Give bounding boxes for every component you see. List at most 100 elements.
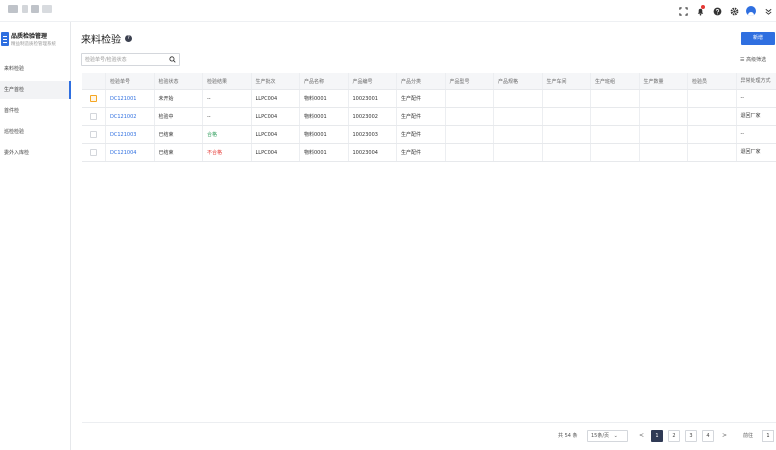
row-checkbox[interactable] [90, 131, 97, 138]
row-select-cell [82, 144, 106, 161]
fullscreen-icon[interactable] [677, 5, 689, 17]
batch-cell: LLPC004 [252, 126, 300, 143]
row-checkbox[interactable] [90, 95, 97, 102]
inspector-cell [688, 144, 737, 161]
page-button-3[interactable]: 3 [685, 430, 697, 442]
category-cell: 生产配件 [397, 108, 446, 125]
notification-bell-icon[interactable] [694, 5, 706, 17]
sidebar-menu: 来料检验 生产首检 首件检 巡检检验 委外入库检 [0, 60, 71, 165]
prev-page-button[interactable]: < [639, 432, 644, 439]
blurred-logo [22, 5, 28, 13]
product-name-cell: 物料0001 [300, 90, 349, 107]
spec-cell [494, 126, 543, 143]
next-page-button[interactable]: > [722, 432, 727, 439]
search-input[interactable] [85, 55, 165, 65]
chevron-down-icon: ⌄ [613, 433, 618, 439]
quantity-cell [640, 126, 688, 143]
inspection-id-link[interactable]: DC121001 [106, 90, 155, 107]
table-header-cell: 生产数量 [640, 73, 688, 89]
inspector-cell [688, 90, 737, 107]
header-select-cell [82, 73, 106, 89]
product-name-cell: 物料0001 [300, 144, 349, 161]
quantity-cell [640, 108, 688, 125]
result-cell: 合格 [203, 126, 252, 143]
search-icon[interactable] [169, 56, 176, 63]
category-cell: 生产配件 [397, 144, 446, 161]
main-content: 来料检验 ? 新增 ☰ 高级筛选 检验单号 检验状态 检验结果 生产批次 产品名… [72, 22, 776, 450]
advanced-filter-button[interactable]: ☰ 高级筛选 [740, 56, 766, 63]
row-select-cell [82, 90, 106, 107]
table-header-cell: 产品编号 [349, 73, 397, 89]
spec-cell [494, 108, 543, 125]
page-button-2[interactable]: 2 [668, 430, 680, 442]
page-button-1[interactable]: 1 [651, 430, 663, 442]
workshop-cell [543, 90, 591, 107]
table-header-cell: 检验结果 [203, 73, 252, 89]
workshop-cell [543, 144, 591, 161]
product-code-cell: 10023002 [349, 108, 397, 125]
model-cell [446, 126, 494, 143]
row-select-cell [82, 126, 106, 143]
team-cell [591, 90, 640, 107]
row-select-cell [82, 108, 106, 125]
sidebar-item-outsourced[interactable]: 委外入库检 [0, 144, 71, 162]
help-icon[interactable] [711, 5, 723, 17]
batch-cell: LLPC004 [252, 144, 300, 161]
table-header-cell: 产品型号 [446, 73, 494, 89]
model-cell [446, 108, 494, 125]
handling-cell: -- [740, 95, 745, 101]
filter-icon: ☰ [740, 57, 745, 63]
blurred-logo [42, 5, 52, 13]
result-cell: -- [203, 108, 252, 125]
inspection-table: 检验单号 检验状态 检验结果 生产批次 产品名称 产品编号 产品分类 产品型号 … [82, 73, 776, 162]
brand-name: 品质检验管理 [11, 33, 48, 40]
row-checkbox[interactable] [90, 113, 97, 120]
sidebar: 品质检验管理 精益制造质检管理系统 来料检验 生产首检 首件检 巡检检验 委外入… [0, 22, 71, 450]
batch-cell: LLPC004 [252, 90, 300, 107]
table-row[interactable]: DC121002 检验中 -- LLPC004 物料0001 10023002 … [82, 108, 776, 126]
quantity-cell [640, 144, 688, 161]
chevron-down-icon[interactable] [762, 5, 774, 17]
product-name-cell: 物料0001 [300, 126, 349, 143]
settings-gear-icon[interactable] [728, 5, 740, 17]
product-code-cell: 10023001 [349, 90, 397, 107]
table-header-cell: 生产批次 [252, 73, 300, 89]
model-cell [446, 144, 494, 161]
table-header-row: 检验单号 检验状态 检验结果 生产批次 产品名称 产品编号 产品分类 产品型号 … [82, 73, 776, 90]
table-header-cell: 产品名称 [300, 73, 349, 89]
sidebar-item-patrol[interactable]: 巡检检验 [0, 123, 71, 141]
sidebar-item-first-piece[interactable]: 首件检 [0, 102, 71, 120]
user-avatar[interactable] [745, 5, 757, 17]
inspection-id-link[interactable]: DC121003 [106, 126, 155, 143]
table-row[interactable]: DC121001 未开始 -- LLPC004 物料0001 10023001 … [82, 90, 776, 108]
handling-cell: 退回厂家 [740, 149, 761, 155]
sidebar-item-incoming[interactable]: 来料检验 [0, 60, 71, 78]
goto-page-input[interactable]: 1 [762, 430, 774, 442]
inspector-cell [688, 126, 737, 143]
search-box [81, 53, 180, 66]
goto-label: 前往 [743, 433, 754, 439]
new-button[interactable]: 新增 [741, 32, 775, 45]
title-help-icon[interactable]: ? [125, 35, 132, 42]
status-cell: 检验中 [155, 108, 203, 125]
batch-cell: LLPC004 [252, 108, 300, 125]
status-cell: 已结束 [155, 144, 203, 161]
blurred-logo [8, 5, 18, 13]
table-row[interactable]: DC121003 已结束 合格 LLPC004 物料0001 10023003 … [82, 126, 776, 144]
inspector-cell [688, 108, 737, 125]
sidebar-item-first-inspection[interactable]: 生产首检 [0, 81, 71, 99]
row-checkbox[interactable] [90, 149, 97, 156]
filter-label: 高级筛选 [746, 57, 767, 63]
page-button-4[interactable]: 4 [702, 430, 714, 442]
table-header-cell: 生产车间 [543, 73, 591, 89]
table-row[interactable]: DC121004 已结束 不合格 LLPC004 物料0001 10023004… [82, 144, 776, 162]
inspection-id-link[interactable]: DC121002 [106, 108, 155, 125]
page-title: 来料检验 [81, 35, 121, 46]
page-size-select[interactable]: 15条/页 ⌄ [587, 430, 628, 442]
product-code-cell: 10023003 [349, 126, 397, 143]
workshop-cell [543, 126, 591, 143]
inspection-id-link[interactable]: DC121004 [106, 144, 155, 161]
quantity-cell [640, 90, 688, 107]
handling-cell: -- [740, 131, 745, 137]
blurred-logo [31, 5, 39, 13]
